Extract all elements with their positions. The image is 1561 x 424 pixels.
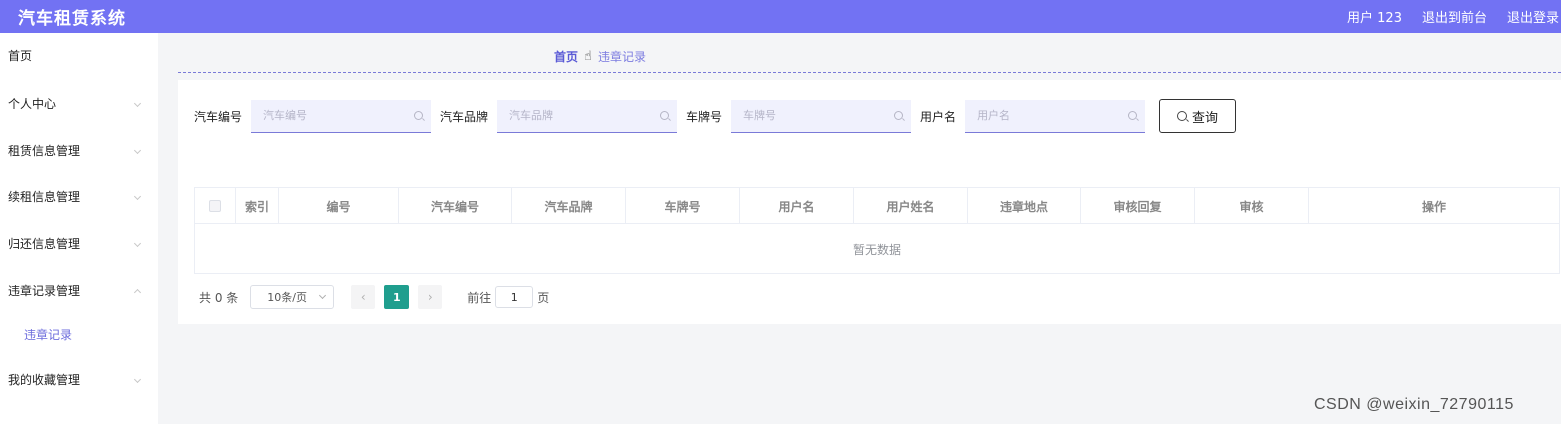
search-icon — [1128, 110, 1138, 120]
breadcrumb-home[interactable]: 首页 — [554, 48, 578, 65]
username-field — [965, 99, 1146, 133]
breadcrumb: 首页 ☝ 违章记录 — [554, 48, 646, 65]
sidebar-item-label: 个人中心 — [8, 96, 57, 111]
prev-page-button[interactable]: ‹ — [351, 285, 376, 309]
breadcrumb-divider — [178, 72, 1561, 73]
plate-number-label: 车牌号 — [686, 109, 723, 124]
table-header: 索引 编号 汽车编号 汽车品牌 车牌号 用户名 用户姓名 违章地点 审核回复 审… — [195, 188, 1559, 224]
search-form: 汽车编号 汽车品牌 车牌号 用户名 查询 — [194, 99, 1237, 133]
logout-link[interactable]: 退出登录 — [1507, 7, 1559, 26]
next-page-button[interactable]: › — [418, 285, 443, 309]
page-size-select[interactable]: 10条/页 — [250, 285, 335, 309]
query-button[interactable]: 查询 — [1159, 99, 1237, 133]
goto-label: 前往 — [467, 290, 492, 305]
sidebar-item-label: 续租信息管理 — [8, 189, 81, 204]
car-number-input[interactable] — [251, 99, 432, 132]
sidebar-item-label: 首页 — [8, 48, 33, 63]
sidebar-item-home[interactable]: 首页 — [0, 35, 158, 75]
column-header: 审核 — [1195, 188, 1309, 224]
search-icon — [414, 110, 424, 120]
top-header: 汽车租赁系统 用户 123 退出到前台 退出登录 — [0, 0, 1561, 33]
column-header: 车牌号 — [626, 188, 740, 224]
plate-number-field — [731, 99, 912, 133]
sidebar-subitem-label: 违章记录 — [24, 327, 73, 342]
column-header: 用户姓名 — [854, 188, 968, 224]
username-input[interactable] — [965, 99, 1146, 132]
plate-number-input[interactable] — [731, 99, 912, 132]
sidebar: 首页 个人中心 租赁信息管理 续租信息管理 归还信息管理 违章记录管理 违章记录… — [0, 33, 158, 424]
column-header: 汽车品牌 — [512, 188, 626, 224]
search-icon — [894, 110, 904, 120]
violation-table: 索引 编号 汽车编号 汽车品牌 车牌号 用户名 用户姓名 违章地点 审核回复 审… — [194, 187, 1560, 274]
chevron-up-icon — [133, 288, 142, 296]
header-actions: 用户 123 退出到前台 退出登录 — [1327, 7, 1561, 26]
page-number-button[interactable]: 1 — [384, 285, 410, 309]
sidebar-item-favorites[interactable]: 我的收藏管理 — [0, 359, 158, 399]
car-brand-field — [497, 99, 678, 133]
watermark: CSDN @weixin_72790115 — [1314, 396, 1514, 413]
chevron-down-icon — [133, 146, 142, 154]
sidebar-subitem-violation-record[interactable]: 违章记录 — [0, 316, 158, 352]
app-title: 汽车租赁系统 — [18, 9, 126, 29]
chevron-down-icon — [319, 291, 327, 300]
column-header: 编号 — [279, 188, 399, 224]
column-header: 违章地点 — [968, 188, 1081, 224]
column-header: 审核回复 — [1081, 188, 1195, 224]
sidebar-item-renewal-info[interactable]: 续租信息管理 — [0, 176, 158, 216]
chevron-down-icon — [133, 99, 142, 107]
column-header: 汽车编号 — [399, 188, 512, 224]
total-count: 共 0 条 — [199, 290, 239, 305]
sidebar-item-violation-records[interactable]: 违章记录管理 — [0, 270, 158, 310]
sidebar-item-label: 租赁信息管理 — [8, 143, 81, 158]
column-header: 操作 — [1421, 199, 1446, 214]
empty-state: 暂无数据 — [852, 242, 901, 257]
breadcrumb-current: 违章记录 — [597, 50, 646, 64]
sidebar-item-label: 归还信息管理 — [8, 236, 81, 251]
page-size-value: 10条/页 — [267, 291, 307, 304]
exit-to-front-link[interactable]: 退出到前台 — [1422, 7, 1487, 26]
car-brand-input[interactable] — [497, 99, 678, 132]
sidebar-item-label: 我的收藏管理 — [8, 372, 81, 387]
chevron-down-icon — [133, 192, 142, 200]
car-number-field — [251, 99, 432, 133]
sidebar-item-return-info[interactable]: 归还信息管理 — [0, 223, 158, 263]
username-label: 用户名 — [920, 109, 957, 124]
car-number-label: 汽车编号 — [194, 109, 243, 124]
search-icon — [660, 110, 670, 120]
sidebar-item-personal-center[interactable]: 个人中心 — [0, 83, 158, 123]
column-header: 用户名 — [740, 188, 854, 224]
page-suffix: 页 — [537, 290, 550, 305]
car-brand-label: 汽车品牌 — [440, 109, 489, 124]
sidebar-item-rental-info[interactable]: 租赁信息管理 — [0, 130, 158, 170]
query-button-label: 查询 — [1192, 110, 1219, 126]
sidebar-item-label: 违章记录管理 — [8, 283, 81, 298]
goto-page-input[interactable] — [495, 286, 534, 308]
select-all-checkbox[interactable] — [209, 200, 221, 212]
chevron-down-icon — [133, 239, 142, 247]
user-name: 用户 123 — [1347, 11, 1402, 26]
hand-pointer-icon: ☝ — [584, 49, 592, 64]
search-icon — [1177, 111, 1188, 121]
pagination: 共 0 条 10条/页 ‹ 1 › 前往 页 — [199, 285, 549, 309]
column-header: 索引 — [236, 188, 279, 224]
chevron-down-icon — [133, 375, 142, 383]
header-select-all — [195, 188, 236, 224]
content-card: 汽车编号 汽车品牌 车牌号 用户名 查询 索引 — [178, 80, 1561, 324]
